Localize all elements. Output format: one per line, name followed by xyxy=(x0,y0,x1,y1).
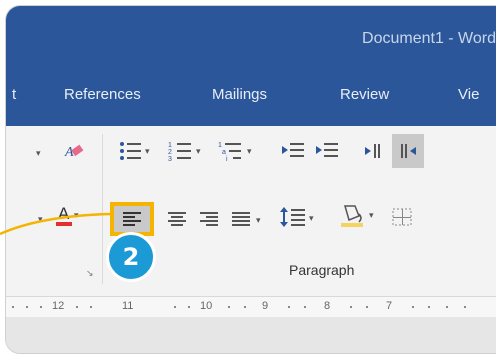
ruler-tick xyxy=(446,306,448,308)
ruler-number: 12 xyxy=(52,300,65,312)
title-bar: Document1 - Word xyxy=(6,6,496,68)
callout-pointer-line xyxy=(0,212,111,236)
align-left-icon xyxy=(123,212,141,226)
increase-indent-button[interactable] xyxy=(312,136,342,166)
ruler-tick xyxy=(76,306,78,308)
line-spacing-button[interactable]: ▾ xyxy=(278,202,320,232)
ruler-number: 9 xyxy=(262,300,269,312)
borders-button[interactable] xyxy=(388,202,416,232)
shading-bucket-icon: ▾ xyxy=(341,205,374,227)
svg-text:1: 1 xyxy=(218,142,222,149)
svg-text:▾: ▾ xyxy=(256,215,261,225)
svg-text:▾: ▾ xyxy=(145,146,150,156)
ruler-tick xyxy=(366,306,368,308)
eraser-icon: A xyxy=(64,144,84,160)
ruler-tick xyxy=(288,306,290,308)
decrease-indent-button[interactable] xyxy=(278,136,308,166)
bullets-button[interactable]: ▾ xyxy=(116,136,156,166)
tab-review[interactable]: Review xyxy=(340,86,389,103)
increase-indent-icon xyxy=(316,143,338,157)
decrease-indent-icon xyxy=(282,143,304,157)
svg-text:A: A xyxy=(64,145,74,160)
ruler-tick xyxy=(228,306,230,308)
ribbon-tabs: t References Mailings Review Vie xyxy=(6,68,496,126)
ruler-tick xyxy=(40,306,42,308)
line-spacing-icon: ▾ xyxy=(280,207,314,227)
ruler-tick xyxy=(174,306,176,308)
ruler-tick xyxy=(304,306,306,308)
align-center-button[interactable] xyxy=(164,204,190,234)
ruler-tick xyxy=(412,306,414,308)
horizontal-ruler[interactable]: 12 11 10 9 8 7 xyxy=(6,296,496,318)
align-center-icon xyxy=(168,212,186,226)
borders-icon xyxy=(392,208,412,226)
numbering-button[interactable]: 1 2 3 ▾ xyxy=(166,136,208,166)
document-area xyxy=(6,317,496,353)
ruler-tick xyxy=(12,306,14,308)
word-window: Document1 - Word t References Mailings R… xyxy=(6,6,496,353)
justify-button[interactable]: ▾ xyxy=(228,204,268,234)
bullets-icon: ▾ xyxy=(120,142,150,160)
svg-text:▾: ▾ xyxy=(369,210,374,220)
ruler-tick xyxy=(26,306,28,308)
svg-text:▾: ▾ xyxy=(247,146,252,156)
ruler-tick xyxy=(244,306,246,308)
ruler-number: 11 xyxy=(122,300,134,312)
svg-text:2: 2 xyxy=(168,149,172,156)
ruler-number: 8 xyxy=(324,300,331,312)
tab-layout[interactable]: t xyxy=(12,86,16,103)
clear-formatting-button[interactable]: A xyxy=(58,136,88,166)
ruler-number: 7 xyxy=(386,300,393,312)
rtl-direction-button[interactable] xyxy=(392,134,424,168)
ruler-tick xyxy=(464,306,466,308)
shading-button[interactable]: ▾ xyxy=(338,200,382,230)
ltr-direction-button[interactable] xyxy=(360,136,388,166)
font-dropdown-arrow[interactable]: ▾ xyxy=(34,138,41,168)
ruler-tick xyxy=(90,306,92,308)
svg-text:▾: ▾ xyxy=(309,213,314,223)
multilevel-list-button[interactable]: 1 a i ▾ xyxy=(216,136,260,166)
numbering-icon: 1 2 3 ▾ xyxy=(168,142,201,163)
left-to-right-icon xyxy=(365,144,380,158)
svg-text:a: a xyxy=(222,149,226,156)
tab-mailings[interactable]: Mailings xyxy=(212,86,267,103)
paragraph-group-label: Paragraph xyxy=(289,262,355,278)
ruler-tick xyxy=(188,306,190,308)
svg-text:i: i xyxy=(226,156,228,163)
tab-view[interactable]: Vie xyxy=(458,86,479,103)
tab-references[interactable]: References xyxy=(64,86,141,103)
ruler-number: 10 xyxy=(200,300,213,312)
ruler-tick xyxy=(350,306,352,308)
align-right-icon xyxy=(200,212,218,226)
ruler-tick xyxy=(428,306,430,308)
svg-text:▾: ▾ xyxy=(196,146,201,156)
right-to-left-icon xyxy=(401,144,416,158)
font-dialog-launcher-icon[interactable]: ↘ xyxy=(86,268,94,279)
window-title: Document1 - Word xyxy=(362,30,496,47)
step-callout-badge: 2 xyxy=(106,232,156,282)
align-right-button[interactable] xyxy=(196,204,222,234)
svg-text:1: 1 xyxy=(168,142,172,149)
justify-icon: ▾ xyxy=(232,212,261,226)
svg-text:3: 3 xyxy=(168,156,172,163)
multilevel-list-icon: 1 a i ▾ xyxy=(218,142,252,163)
